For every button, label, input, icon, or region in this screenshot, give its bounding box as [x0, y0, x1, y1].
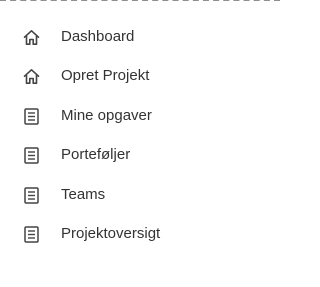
sidebar-item-label: Mine opgaver — [61, 107, 152, 124]
sidebar-item-portefoljer[interactable]: Porteføljer — [0, 135, 280, 175]
document-icon — [23, 146, 40, 164]
document-icon — [23, 225, 40, 243]
sidebar-item-teams[interactable]: Teams — [0, 175, 280, 215]
document-icon — [23, 107, 40, 125]
home-icon — [23, 29, 40, 46]
sidebar-item-label: Opret Projekt — [61, 67, 150, 84]
sidebar-item-label: Porteføljer — [61, 146, 131, 163]
sidebar-item-label: Projektoversigt — [61, 225, 161, 242]
sidebar-item-projektoversigt[interactable]: Projektoversigt — [0, 214, 280, 254]
document-icon — [23, 186, 40, 204]
sidebar-item-dashboard[interactable]: Dashboard — [0, 17, 280, 57]
sidebar-item-opret-projekt[interactable]: Opret Projekt — [0, 56, 280, 96]
sidebar-item-mine-opgaver[interactable]: Mine opgaver — [0, 96, 280, 136]
sidebar-nav: Dashboard Opret Projekt Mine opgaver Por… — [0, 0, 280, 287]
sidebar-item-label: Teams — [61, 186, 106, 203]
sidebar-item-label: Dashboard — [61, 28, 135, 45]
home-icon — [23, 68, 40, 85]
